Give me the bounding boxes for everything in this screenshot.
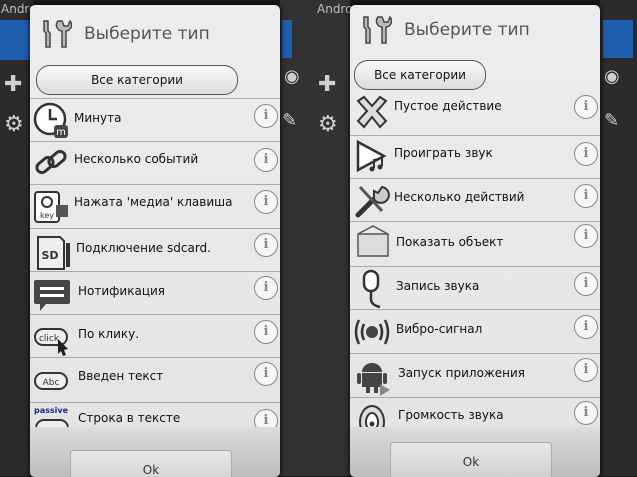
background-dropdown-icon[interactable]: ◉: [284, 66, 300, 87]
svg-text:Abc: Abc: [43, 378, 60, 388]
chain-icon: [35, 149, 67, 175]
background-gear-icon[interactable]: ⚙: [4, 112, 24, 137]
info-icon[interactable]: i: [254, 276, 278, 300]
cross-icon: [356, 95, 388, 129]
background-app-title-2: Andro: [317, 2, 353, 16]
list-item-label: Несколько событий: [74, 152, 199, 166]
svg-text:SD: SD: [41, 249, 58, 262]
info-icon[interactable]: i: [574, 95, 598, 119]
list-item-label: Введен текст: [78, 369, 164, 383]
info-icon[interactable]: i: [254, 148, 278, 172]
list-item-label: По клику.: [78, 327, 140, 341]
background-blue-bar-left: [0, 20, 30, 60]
list-item[interactable]: Запуск приложения i: [350, 353, 600, 398]
info-icon[interactable]: i: [254, 320, 278, 344]
svg-text:click: click: [39, 334, 60, 344]
list-item[interactable]: Нотификация i: [30, 271, 280, 315]
list-item-label: Строка в тексте: [78, 411, 181, 425]
list-item[interactable]: m Минута i: [30, 98, 280, 142]
notification-icon: [34, 280, 70, 311]
text-input-icon: Abc: [34, 372, 68, 390]
list-item[interactable]: Проиграть звук i: [350, 135, 600, 179]
tools-icon: [363, 15, 392, 44]
background-blue-bar-mid: [282, 20, 292, 58]
background-edit-icon-2[interactable]: ✎: [604, 110, 619, 131]
info-icon[interactable]: i: [574, 272, 598, 296]
dialog-title: Выберите тип: [84, 24, 210, 44]
list-item[interactable]: Несколько событий i: [30, 141, 280, 185]
list-item-label: Пустое действие: [394, 99, 502, 113]
info-icon[interactable]: i: [574, 224, 598, 248]
background-gear-icon-2[interactable]: ⚙: [318, 112, 338, 137]
ok-button[interactable]: Ok: [390, 442, 552, 477]
list-item[interactable]: click По клику. i: [30, 314, 280, 358]
media-key-icon: key: [34, 191, 68, 223]
list-item-label: Нотификация: [78, 284, 165, 298]
dialog-header: Выберите тип: [30, 5, 280, 63]
list-item-label: Показать объект: [396, 235, 504, 249]
show-object-icon: [357, 225, 389, 257]
list-item-label: Громкость звука: [398, 408, 504, 422]
list-item-label: Запись звука: [396, 279, 480, 293]
microphone-icon: [362, 269, 381, 309]
click-icon: click: [34, 328, 68, 356]
background-dropdown-icon-2[interactable]: ◉: [604, 66, 620, 87]
list-item[interactable]: Запись звука i: [350, 266, 600, 310]
dialog-header: Выберите тип: [350, 5, 600, 63]
ok-button[interactable]: Ok: [70, 450, 232, 477]
background-add-icon[interactable]: ✚: [4, 72, 22, 97]
list-item[interactable]: Вибро-сигнал i: [350, 309, 600, 354]
play-sound-icon: [356, 139, 387, 173]
list-item-label: Подключение sdcard.: [76, 241, 211, 255]
all-categories-button[interactable]: Все категории: [354, 60, 486, 90]
info-icon[interactable]: i: [254, 190, 278, 214]
list-item[interactable]: Пустое действие i: [350, 91, 600, 135]
choose-type-dialog-right: Выберите тип Все категории Пустое действ…: [350, 5, 600, 477]
tools-icon: [43, 19, 72, 48]
list-item-label: Нажата 'медиа' клавиша: [74, 195, 233, 209]
svg-text:key: key: [40, 211, 54, 220]
background-add-icon-2[interactable]: ✚: [318, 72, 336, 97]
android-icon: [357, 363, 390, 396]
clock-icon: m: [33, 102, 68, 138]
background-edit-icon[interactable]: ✎: [282, 110, 297, 131]
background-blue-bar-right: [603, 20, 633, 58]
svg-text:passive: passive: [34, 406, 69, 415]
list-item[interactable]: Несколько действий i: [350, 178, 600, 222]
info-icon[interactable]: i: [574, 401, 598, 425]
list-item-label: Запуск приложения: [398, 366, 525, 380]
dialog-title: Выберите тип: [404, 20, 530, 40]
list-item-label: Вибро-сигнал: [396, 322, 483, 336]
list-item[interactable]: Abc Введен текст i: [30, 357, 280, 403]
info-icon[interactable]: i: [574, 142, 598, 166]
info-icon[interactable]: i: [574, 315, 598, 339]
vibration-icon: [354, 319, 390, 345]
tools-icon: [355, 185, 390, 218]
info-icon[interactable]: i: [254, 104, 278, 128]
info-icon[interactable]: i: [254, 233, 278, 257]
info-icon[interactable]: i: [574, 184, 598, 208]
choose-type-dialog-left: Выберите тип Все категории m Минута i Не…: [30, 5, 280, 477]
list-item-label: Проиграть звук: [394, 146, 493, 160]
info-icon[interactable]: i: [574, 358, 598, 382]
list-item-label: Минута: [74, 111, 122, 125]
sdcard-icon: SD: [37, 236, 70, 270]
all-categories-button[interactable]: Все категории: [36, 65, 238, 95]
svg-text:m: m: [56, 127, 66, 138]
list-item-label: Несколько действий: [394, 190, 525, 204]
info-icon[interactable]: i: [254, 362, 278, 386]
list-item[interactable]: key Нажата 'медиа' клавиша i: [30, 184, 280, 229]
list-item[interactable]: SD Подключение sdcard. i: [30, 228, 280, 272]
list-item[interactable]: Показать объект i: [350, 221, 600, 267]
